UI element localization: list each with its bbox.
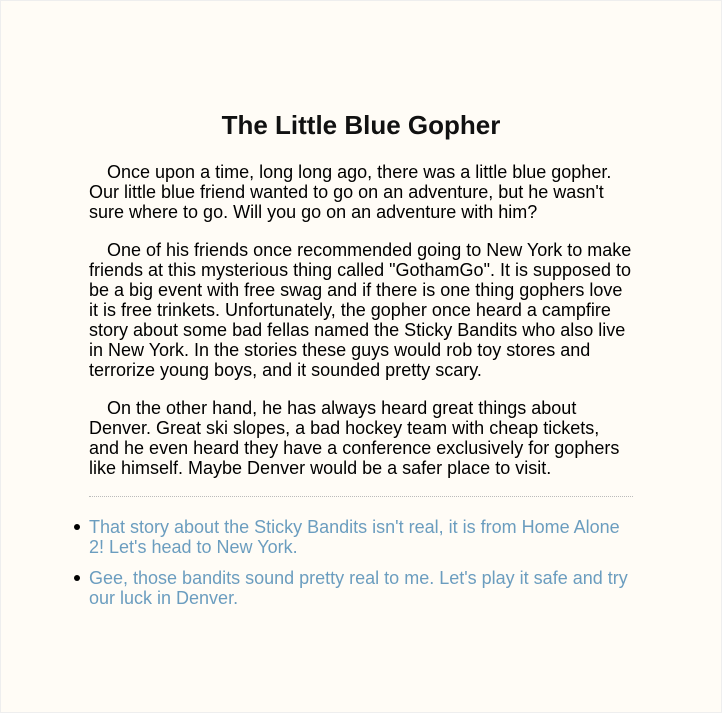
- choice-item-new-york: That story about the Sticky Bandits isn'…: [74, 517, 633, 557]
- choice-item-denver: Gee, those bandits sound pretty real to …: [74, 568, 633, 608]
- story-paragraph-2: One of his friends once recommended goin…: [89, 240, 632, 380]
- choice-link-new-york[interactable]: That story about the Sticky Bandits isn'…: [89, 517, 620, 557]
- story-paragraph-3: On the other hand, he has always heard g…: [89, 398, 620, 478]
- story-page: The Little Blue Gopher Once upon a time,…: [74, 1, 633, 608]
- choice-link-denver[interactable]: Gee, those bandits sound pretty real to …: [89, 568, 628, 608]
- story-title: The Little Blue Gopher: [221, 110, 501, 140]
- divider: [89, 496, 633, 497]
- story-paragraph-1: Once upon a time, long long ago, there w…: [89, 162, 612, 222]
- bullet-icon: [74, 524, 80, 530]
- bullet-icon: [74, 575, 80, 581]
- choice-list: That story about the Sticky Bandits isn'…: [74, 517, 633, 608]
